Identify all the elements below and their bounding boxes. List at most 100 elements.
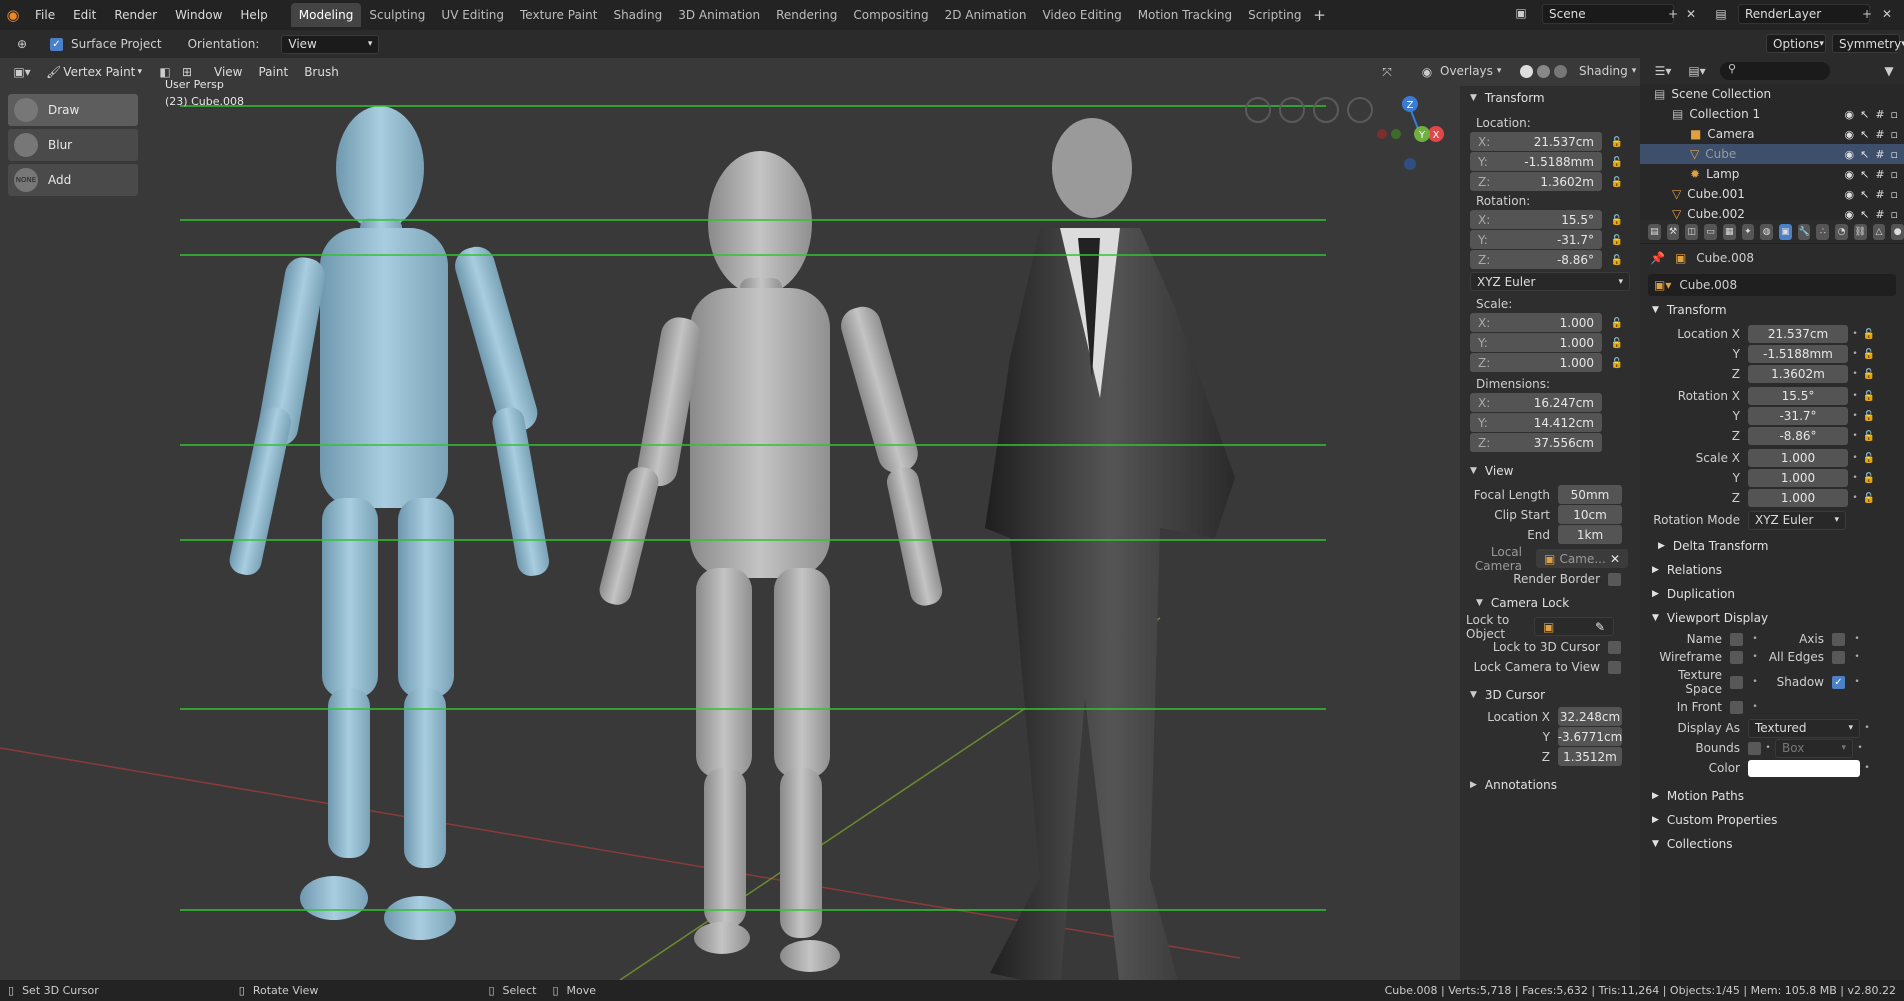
rotation-mode-dropdown[interactable]: XYZ Euler ▾ [1748,510,1846,530]
vd-all-edges-checkbox[interactable] [1832,650,1845,664]
prop-rotation-0-field[interactable]: 15.5° [1748,387,1848,405]
vd-shadow-checkbox[interactable]: ✓ [1832,675,1845,689]
add-render-layer-icon[interactable]: + [1858,5,1876,23]
vd-name-checkbox[interactable] [1730,632,1743,646]
lock-icon[interactable]: 🔓 [1862,329,1876,340]
lock-icon[interactable]: 🔓 [1862,493,1876,504]
tab-shading[interactable]: Shading [605,3,670,27]
lock-camera-to-view-checkbox[interactable] [1608,660,1621,674]
keyframe-dot-icon[interactable]: • [1848,391,1862,401]
lock-icon[interactable]: 🔓 [1862,349,1876,360]
keyframe-dot-icon[interactable]: • [1850,677,1864,687]
outliner-editor-icon[interactable]: ☰▾ [1650,62,1676,80]
grid-icon[interactable]: # [1875,128,1884,141]
menu-render[interactable]: Render [105,0,166,30]
object-name-field[interactable]: ▣▾ Cube.008 [1648,274,1896,296]
material-tab-icon[interactable]: ● [1891,223,1904,240]
output-tab-icon[interactable]: ▭ [1704,223,1717,240]
menu-window[interactable]: Window [166,0,231,30]
keyframe-dot-icon[interactable]: • [1850,634,1864,644]
tab-modeling[interactable]: Modeling [290,3,362,27]
grid-icon[interactable]: # [1875,148,1884,161]
render-layer-icon[interactable]: ▤ [1712,5,1730,23]
np-annotations-header[interactable]: ▶ Annotations [1460,773,1640,797]
lock-icon[interactable]: 🔓 [1610,358,1624,369]
cursor-0-field[interactable]: 32.248cm [1558,707,1622,726]
lock-icon[interactable]: 🔓 [1862,431,1876,442]
close-icon[interactable]: ✕ [1610,552,1620,566]
display-mode-icon[interactable]: ▤▾ [1684,62,1710,80]
lock-icon[interactable]: 🔓 [1610,338,1624,349]
properties-editor-icon[interactable]: ▤ [1648,223,1661,240]
vd-in-front-checkbox[interactable] [1730,700,1743,714]
keyframe-dot-icon[interactable]: • [1848,349,1862,359]
add-scene-icon[interactable]: + [1664,5,1682,23]
bounds-checkbox[interactable] [1748,741,1761,755]
eyedropper-icon[interactable]: ✎ [1595,620,1605,634]
prop-scale-2-field[interactable]: 1.000 [1748,489,1848,507]
solid-shading-icon[interactable] [1520,64,1533,78]
lock-icon[interactable]: 🔓 [1862,391,1876,402]
render-icon[interactable]: ▫ [1891,208,1898,221]
keyframe-dot-icon[interactable]: • [1748,634,1762,644]
local-camera-field[interactable]: ▣ Came... ✕ [1536,549,1628,568]
rotation-1-field[interactable]: Y: -31.7° [1470,230,1602,249]
scene-tab-icon[interactable]: ✦ [1741,223,1755,240]
surface-project-checkbox[interactable]: ✓ [50,37,63,51]
particles-tab-icon[interactable]: ∴ [1816,223,1830,240]
tab-3d-animation[interactable]: 3D Animation [670,3,768,27]
remove-render-layer-icon[interactable]: ✕ [1878,5,1896,23]
rotation-0-field[interactable]: X: 15.5° [1470,210,1602,229]
collections-header[interactable]: ▼ Collections [1640,832,1904,856]
lock-to-object-field[interactable]: ▣ ✎ [1534,617,1614,636]
rendered-shading-icon[interactable] [1554,64,1567,78]
outliner-row[interactable]: ✹ Lamp ◉ ↖ # ▫ [1640,164,1904,184]
grey-mannequin[interactable] [597,151,945,972]
np-view-header[interactable]: ▼ View [1460,459,1640,483]
options-dropdown[interactable]: Options ▾ [1766,34,1826,53]
keyframe-dot-icon[interactable]: • [1848,329,1862,339]
np-transform-header[interactable]: ▼ Transform [1460,86,1640,110]
grid-icon[interactable]: # [1875,168,1884,181]
grid-icon[interactable]: # [1875,188,1884,201]
location-1-field[interactable]: Y: -1.5188mm [1470,152,1602,171]
lock-to-cursor-checkbox[interactable] [1608,640,1621,654]
keyframe-dot-icon[interactable]: • [1761,743,1775,753]
cursor-select-icon[interactable]: ↖ [1860,188,1869,201]
scene-selector[interactable]: Scene [1542,4,1674,24]
tab-texture-paint[interactable]: Texture Paint [512,3,605,27]
render-icon[interactable]: ▫ [1891,128,1898,141]
dimensions-0-field[interactable]: X: 16.247cm [1470,393,1602,412]
lock-icon[interactable]: 🔓 [1862,453,1876,464]
tab-2d-animation[interactable]: 2D Animation [937,3,1035,27]
blender-logo-icon[interactable]: ◉ [0,0,26,30]
keyframe-dot-icon[interactable]: • [1848,473,1862,483]
tool-blur[interactable]: Blur [8,129,138,161]
lock-icon[interactable]: 🔓 [1610,255,1624,266]
tool-add[interactable]: NONE Add [8,164,138,196]
symmetry-dropdown[interactable]: Symmetry ▾ [1832,34,1904,53]
modifiers-tab-icon[interactable]: 🔧 [1797,223,1811,240]
cursor-2-field[interactable]: 1.3512m [1558,747,1622,766]
filter-icon[interactable]: ▼ [1880,62,1898,80]
np-3d-cursor-header[interactable]: ▼ 3D Cursor [1460,683,1640,707]
eye-icon[interactable]: ◉ [1844,148,1854,161]
world-tab-icon[interactable]: ◍ [1760,223,1774,240]
lock-icon[interactable]: 🔓 [1862,473,1876,484]
rotation-2-field[interactable]: Z: -8.86° [1470,250,1602,269]
eye-icon[interactable]: ◉ [1844,168,1854,181]
outliner-row[interactable]: ▽ Cube.001 ◉ ↖ # ▫ [1640,184,1904,204]
dimensions-1-field[interactable]: Y: 14.412cm [1470,413,1602,432]
lock-icon[interactable]: 🔓 [1610,177,1624,188]
render-icon[interactable]: ▫ [1891,168,1898,181]
blue-mannequin[interactable] [227,106,551,940]
cursor-select-icon[interactable]: ↖ [1860,128,1869,141]
data-tab-icon[interactable]: △ [1872,223,1886,240]
eye-icon[interactable]: ◉ [1844,208,1854,221]
keyframe-dot-icon[interactable]: • [1748,677,1762,687]
prop-scale-0-field[interactable]: 1.000 [1748,449,1848,467]
prop-location-1-field[interactable]: -1.5188mm [1748,345,1848,363]
viewport-scene[interactable]: Z X Y [0,58,1460,980]
mode-dropdown[interactable]: 🖌 Vertex Paint ▾ [40,63,148,82]
bounds-type-dropdown[interactable]: Box ▾ [1775,738,1853,758]
